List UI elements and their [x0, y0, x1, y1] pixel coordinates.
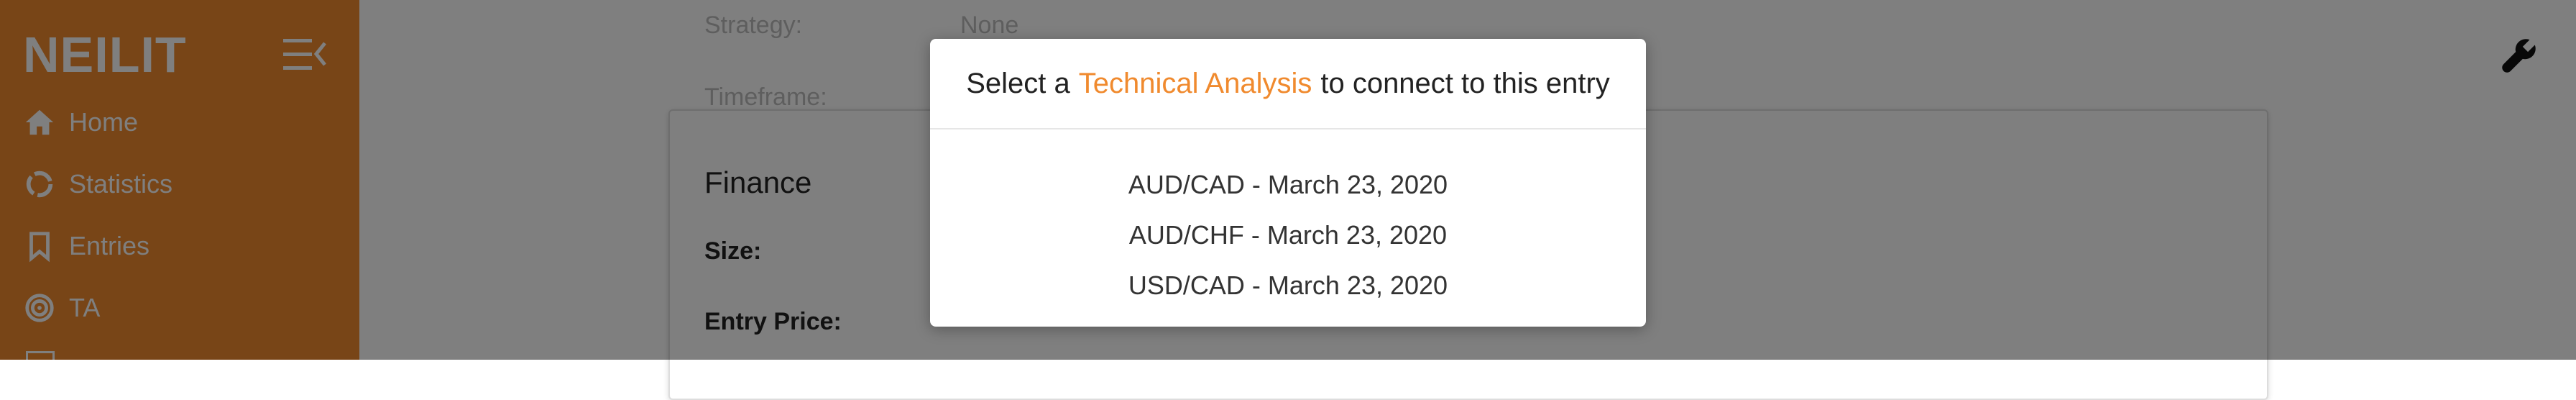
- ta-option[interactable]: AUD/CAD - March 23, 2020: [930, 160, 1646, 210]
- modal-title: Select a Technical Analysis to connect t…: [930, 39, 1646, 129]
- ta-option[interactable]: USD/CAD - March 23, 2020: [930, 260, 1646, 311]
- select-ta-modal: Select a Technical Analysis to connect t…: [930, 39, 1646, 327]
- modal-title-prefix: Select a: [966, 67, 1070, 99]
- ta-option[interactable]: AUD/CHF - March 23, 2020: [930, 210, 1646, 260]
- modal-title-accent: Technical Analysis: [1078, 67, 1312, 99]
- modal-title-suffix: to connect to this entry: [1320, 67, 1610, 99]
- modal-option-list: AUD/CAD - March 23, 2020 AUD/CHF - March…: [930, 129, 1646, 311]
